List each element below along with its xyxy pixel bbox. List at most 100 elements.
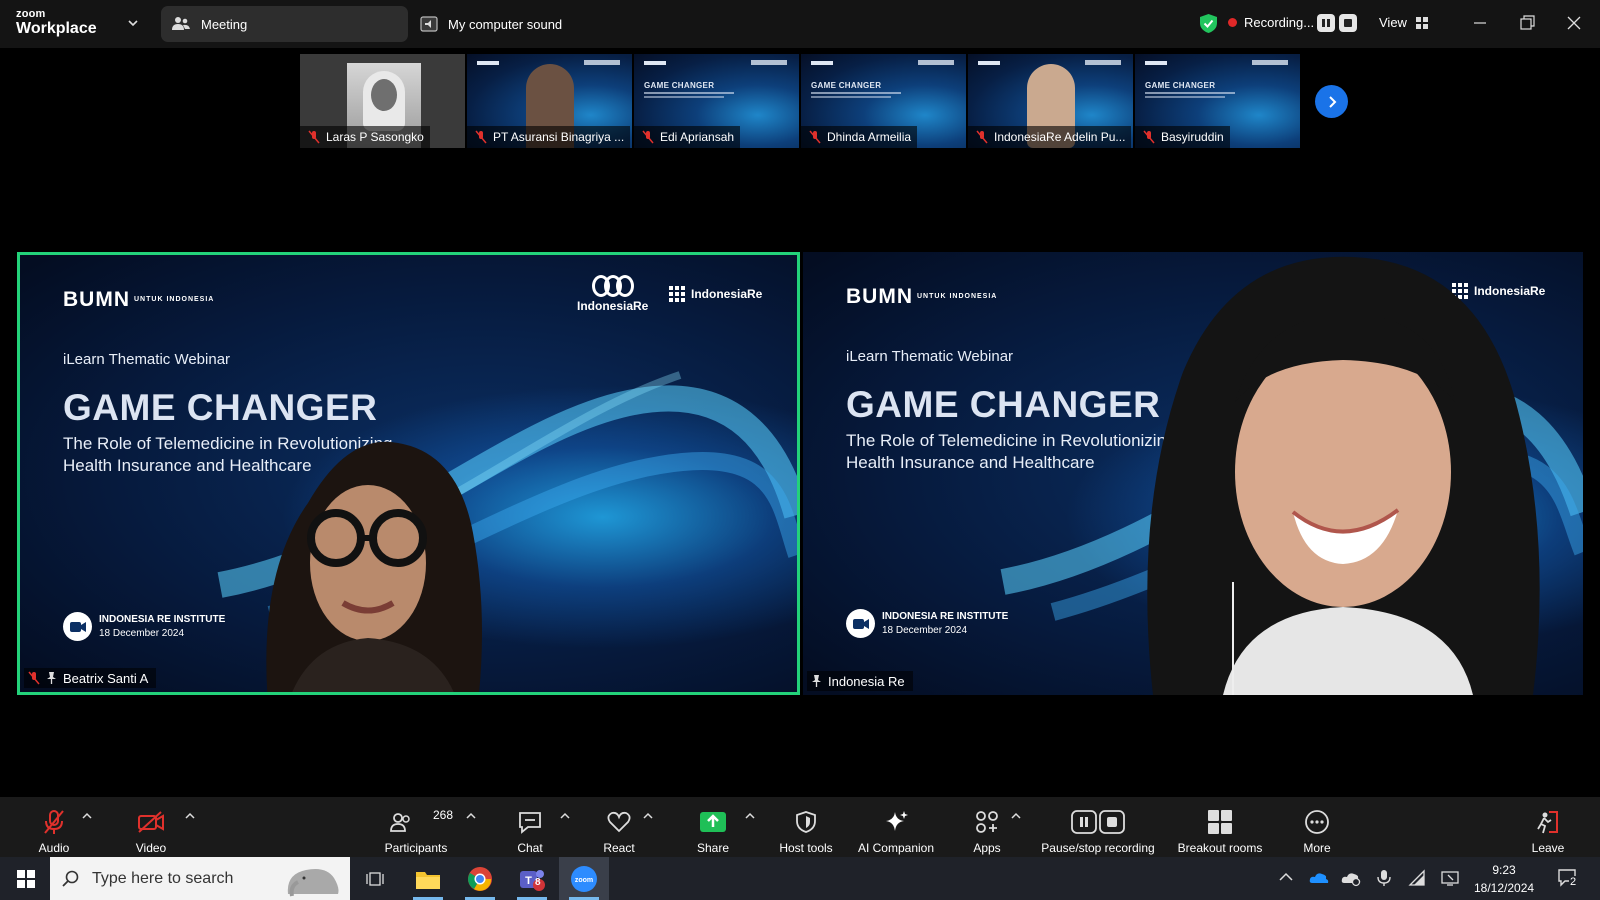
audio-button[interactable]: Audio [34, 797, 74, 857]
pause-stop-recording-button[interactable]: Pause/stop recording [1036, 797, 1160, 857]
stop-recording-button[interactable] [1339, 14, 1357, 32]
pause-stop-icon [1071, 810, 1125, 834]
apps-label: Apps [973, 841, 1001, 855]
participant-thumbnail[interactable]: Laras P Sasongko [300, 54, 465, 148]
video-camera-icon [846, 609, 875, 638]
windows-start-icon[interactable] [17, 870, 35, 888]
chevron-right-icon [1328, 95, 1336, 108]
recording-label: Recording... [1244, 15, 1315, 30]
logo-line1: zoom [16, 8, 46, 20]
view-button[interactable]: View [1379, 15, 1428, 30]
video-tile[interactable]: BUMN UNTUK INDONESIA IndonesiaRe iLearn T… [803, 252, 1583, 695]
participant-thumbnail[interactable]: GAME CHANGER Basyiruddin [1135, 54, 1300, 148]
zoom-app[interactable]: zoom [559, 857, 609, 900]
wifi-icon[interactable] [1408, 869, 1426, 887]
recording-dot [1228, 18, 1237, 27]
participant-thumbnail[interactable]: GAME CHANGER Dhinda Armeilia [801, 54, 966, 148]
next-page-button[interactable] [1315, 85, 1348, 118]
minimize-icon[interactable] [1469, 12, 1491, 34]
left-tile-name: Beatrix Santi A [63, 670, 149, 686]
host-tools-label: Host tools [779, 841, 833, 855]
video-tile-active-speaker[interactable]: BUMN UNTUK INDONESIA IndonesiaRe Indonesi… [17, 252, 800, 695]
indonesiare-logo: IndonesiaRe [577, 275, 648, 313]
participant-name-tag: Basyiruddin [1135, 126, 1230, 148]
chevron-up-icon[interactable] [1277, 869, 1295, 887]
audio-label: Audio [38, 841, 70, 855]
participant-thumbnail[interactable]: IndonesiaRe Adelin Pu... [968, 54, 1133, 148]
participant-name: PT Asuransi Binagriya ... [493, 130, 625, 144]
svg-text:T: T [525, 875, 532, 887]
cloud-sync-icon[interactable] [1341, 869, 1361, 887]
computer-sound-tab[interactable]: My computer sound [420, 14, 562, 34]
chevron-up-icon[interactable] [466, 811, 476, 821]
close-icon[interactable] [1563, 12, 1585, 34]
chrome-app[interactable] [455, 857, 505, 900]
taskbar-search[interactable]: Type here to search [50, 857, 350, 900]
folder-icon [416, 871, 440, 889]
mic-muted-icon [809, 130, 821, 144]
onedrive-icon[interactable] [1309, 869, 1329, 887]
share-button[interactable]: Share [693, 797, 733, 857]
file-explorer-app[interactable] [403, 857, 453, 900]
participants-icon [390, 813, 410, 832]
chevron-up-icon[interactable] [185, 811, 195, 821]
bumn-text: BUMN [846, 285, 913, 308]
more-button[interactable]: More [1297, 797, 1337, 857]
participant-name: IndonesiaRe Adelin Pu... [994, 130, 1126, 144]
participant-thumbnail-strip: Laras P Sasongko PT Asuransi Binagriya .… [300, 54, 1300, 148]
title-bar: zoom Workplace Meeting My computer sound… [0, 0, 1600, 48]
footer-org: INDONESIA RE INSTITUTE [882, 610, 1009, 622]
clock-time: 9:23 [1492, 863, 1516, 877]
ai-companion-button[interactable]: AI Companion [852, 797, 940, 857]
mic-muted-icon [28, 671, 40, 685]
elephant-search-art [287, 869, 339, 897]
mic-muted-icon [642, 130, 654, 144]
participant-name: Edi Apriansah [660, 130, 735, 144]
notification-center[interactable]: 2 [1557, 867, 1579, 889]
react-button[interactable]: React [599, 797, 639, 857]
video-button[interactable]: Video [131, 797, 171, 857]
encryption-shield-icon[interactable] [1199, 13, 1218, 34]
teams-app[interactable]: T 8 [507, 857, 557, 900]
chat-button[interactable]: Chat [510, 797, 550, 857]
leave-icon [1537, 811, 1558, 834]
microphone-icon[interactable] [1375, 869, 1393, 887]
slide-kicker: iLearn Thematic Webinar [846, 348, 1014, 365]
video-label: Video [135, 841, 167, 855]
video-off-icon [138, 811, 164, 833]
meeting-tab[interactable]: Meeting [161, 6, 408, 42]
svg-text:zoom: zoom [575, 877, 593, 884]
participant-name-tag: Indonesia Re [807, 671, 913, 691]
ai-companion-label: AI Companion [857, 841, 935, 855]
participant-thumbnail[interactable]: GAME CHANGER Edi Apriansah [634, 54, 799, 148]
task-view-icon[interactable] [366, 870, 384, 888]
participant-thumbnail[interactable]: PT Asuransi Binagriya ... [467, 54, 632, 148]
zoom-workplace-logo: zoom Workplace [16, 9, 97, 37]
host-tools-button[interactable]: Host tools [776, 797, 836, 857]
institute-logo-text: IndonesiaRe [691, 287, 763, 301]
indonesiare-logo-text: IndonesiaRe [577, 299, 649, 313]
indonesiare-institute-logo: IndonesiaRe [669, 286, 762, 302]
display-icon[interactable] [1441, 869, 1459, 887]
chevron-up-icon[interactable] [745, 811, 755, 821]
leave-button[interactable]: Leave [1528, 797, 1568, 857]
chevron-up-icon[interactable] [560, 811, 570, 821]
restore-icon[interactable] [1516, 12, 1538, 34]
breakout-rooms-button[interactable]: Breakout rooms [1173, 797, 1267, 857]
participant-name: Dhinda Armeilia [827, 130, 912, 144]
taskbar-clock[interactable]: 9:23 18/12/2024 [1474, 861, 1534, 897]
chevron-up-icon[interactable] [82, 811, 92, 821]
participants-button[interactable]: Participants [381, 797, 451, 857]
sound-label: My computer sound [448, 16, 563, 32]
pause-recording-button[interactable] [1317, 14, 1335, 32]
participant-name: Laras P Sasongko [326, 130, 424, 144]
bumn-tagline: UNTUK INDONESIA [134, 296, 215, 304]
bumn-logo: BUMN UNTUK INDONESIA [63, 288, 214, 312]
speaker-video [1147, 256, 1540, 695]
chevron-down-icon[interactable] [126, 16, 140, 30]
apps-button[interactable]: Apps [967, 797, 1007, 857]
chevron-up-icon[interactable] [643, 811, 653, 821]
participant-name-tag: PT Asuransi Binagriya ... [467, 126, 631, 148]
zoom-icon: zoom [571, 865, 597, 892]
chevron-up-icon[interactable] [1011, 811, 1021, 821]
